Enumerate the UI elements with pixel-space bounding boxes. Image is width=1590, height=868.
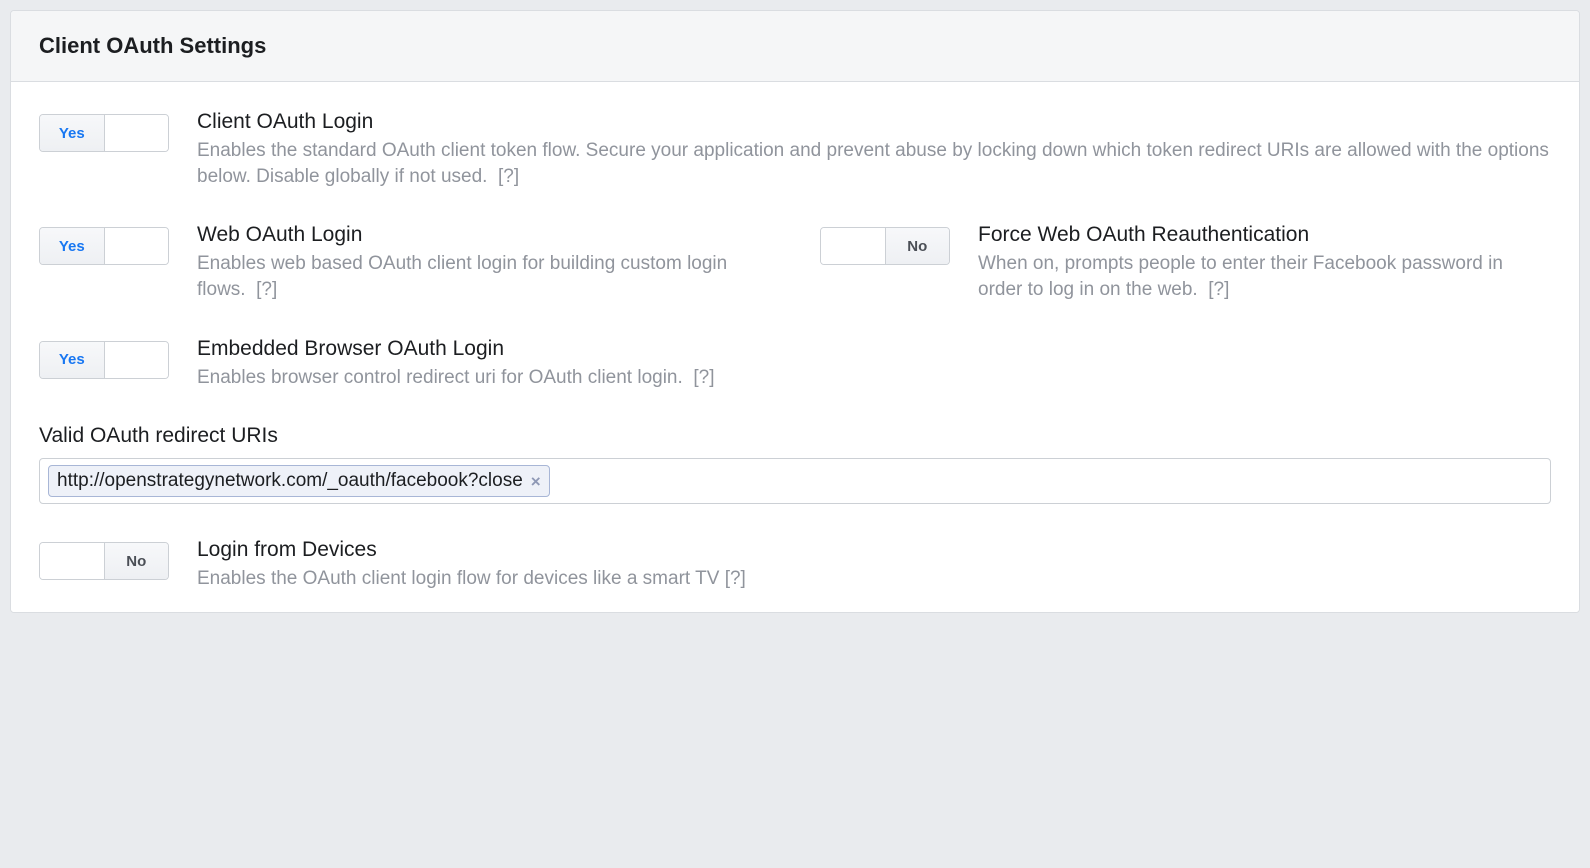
toggle-login-devices[interactable]: No: [39, 542, 169, 580]
toggle-force-reauth[interactable]: No: [820, 227, 950, 265]
setting-col: Yes Client OAuth Login Enables the stand…: [39, 110, 1551, 189]
toggle-yes-label: Yes: [40, 115, 105, 151]
toggle-yes-label: Yes: [40, 228, 105, 264]
close-icon[interactable]: ×: [531, 473, 541, 490]
setting-title: Login from Devices: [197, 538, 770, 562]
toggle-client-oauth-login[interactable]: Yes: [39, 114, 169, 152]
setting-row-web-oauth: Yes Web OAuth Login Enables web based OA…: [39, 223, 1551, 302]
setting-row-embedded: Yes Embedded Browser OAuth Login Enables…: [39, 337, 1551, 391]
redirect-uris-label: Valid OAuth redirect URIs: [39, 424, 1551, 448]
setting-title: Force Web OAuth Reauthentication: [978, 223, 1551, 247]
toggle-embedded-browser[interactable]: Yes: [39, 341, 169, 379]
setting-desc: Enables web based OAuth client login for…: [197, 251, 770, 302]
setting-text: Client OAuth Login Enables the standard …: [197, 110, 1551, 189]
setting-desc: When on, prompts people to enter their F…: [978, 251, 1551, 302]
toggle-empty: [105, 115, 169, 151]
setting-text: Force Web OAuth Reauthentication When on…: [978, 223, 1551, 302]
toggle-empty: [105, 228, 169, 264]
setting-text: Login from Devices Enables the OAuth cli…: [197, 538, 770, 592]
redirect-uris-input[interactable]: http://openstrategynetwork.com/_oauth/fa…: [39, 458, 1551, 504]
setting-col: Yes Embedded Browser OAuth Login Enables…: [39, 337, 770, 391]
panel-title: Client OAuth Settings: [11, 11, 1579, 82]
setting-col: No Login from Devices Enables the OAuth …: [39, 538, 770, 592]
setting-title: Client OAuth Login: [197, 110, 1551, 134]
help-icon[interactable]: [?]: [725, 568, 746, 589]
redirect-uri-text: http://openstrategynetwork.com/_oauth/fa…: [57, 470, 523, 492]
help-icon[interactable]: [?]: [498, 166, 519, 187]
setting-col: No Force Web OAuth Reauthentication When…: [820, 223, 1551, 302]
toggle-empty: [105, 342, 169, 378]
toggle-web-oauth-login[interactable]: Yes: [39, 227, 169, 265]
oauth-settings-panel: Client OAuth Settings Yes Client OAuth L…: [10, 10, 1580, 613]
toggle-no-label: No: [885, 228, 950, 264]
panel-body: Yes Client OAuth Login Enables the stand…: [11, 82, 1579, 612]
help-icon[interactable]: [?]: [1208, 279, 1229, 300]
toggle-no-label: No: [104, 543, 169, 579]
redirect-uri-token[interactable]: http://openstrategynetwork.com/_oauth/fa…: [48, 465, 550, 497]
setting-title: Web OAuth Login: [197, 223, 770, 247]
toggle-yes-label: Yes: [40, 342, 105, 378]
setting-text: Web OAuth Login Enables web based OAuth …: [197, 223, 770, 302]
setting-row-devices: No Login from Devices Enables the OAuth …: [39, 538, 1551, 592]
setting-desc: Enables the OAuth client login flow for …: [197, 566, 770, 592]
setting-row-client-oauth: Yes Client OAuth Login Enables the stand…: [39, 110, 1551, 189]
setting-desc: Enables the standard OAuth client token …: [197, 138, 1551, 189]
toggle-empty: [40, 543, 104, 579]
toggle-empty: [821, 228, 885, 264]
help-icon[interactable]: [?]: [693, 367, 714, 388]
help-icon[interactable]: [?]: [256, 279, 277, 300]
setting-text: Embedded Browser OAuth Login Enables bro…: [197, 337, 770, 391]
redirect-uris-section: Valid OAuth redirect URIs http://openstr…: [39, 424, 1551, 504]
setting-desc: Enables browser control redirect uri for…: [197, 365, 770, 391]
setting-col: Yes Web OAuth Login Enables web based OA…: [39, 223, 770, 302]
setting-title: Embedded Browser OAuth Login: [197, 337, 770, 361]
